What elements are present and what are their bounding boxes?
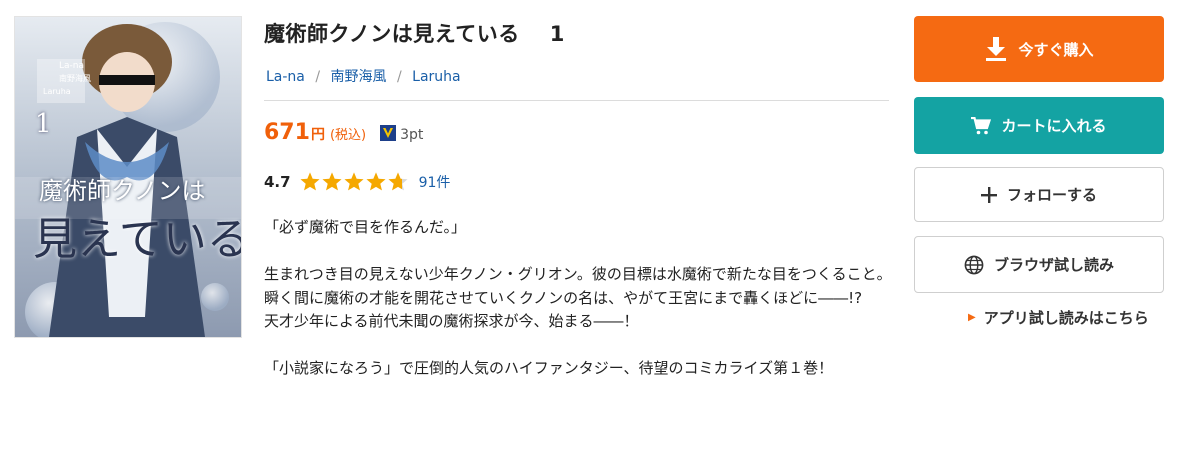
triangle-right-icon: ▶ bbox=[968, 312, 976, 323]
cover-title-line2: 見えている bbox=[33, 214, 242, 265]
cart-icon bbox=[971, 116, 992, 135]
cover-volume-mark: 1 bbox=[35, 109, 52, 139]
divider bbox=[264, 100, 889, 101]
book-cover[interactable]: La-na 南野海風 Laruha 1 魔術師クノンは 見えている bbox=[14, 16, 242, 338]
star-icon bbox=[388, 172, 408, 191]
cover-title-line1: 魔術師クノンは bbox=[39, 177, 206, 205]
author-link-1[interactable]: La-na bbox=[266, 69, 305, 85]
description-paragraph: 「小説家になろう」で圧倒的人気のハイファンタジー、待望のコミカライズ第１巻！ bbox=[264, 359, 834, 377]
star-icon bbox=[344, 172, 364, 191]
product-volume: 1 bbox=[549, 22, 565, 46]
product-description: 「必ず魔術で目を作るんだ。」生まれつき目の見えない少年クノン・グリオン。彼の目標… bbox=[264, 216, 894, 381]
browser-trial-label: ブラウザ試し読み bbox=[993, 256, 1114, 274]
browser-trial-button[interactable]: ブラウザ試し読み bbox=[914, 236, 1164, 293]
author-link-2[interactable]: 南野海風 bbox=[331, 69, 387, 85]
follow-label: フォローする bbox=[1006, 186, 1097, 204]
add-to-cart-button[interactable]: カートに入れる bbox=[914, 97, 1164, 154]
add-to-cart-label: カートに入れる bbox=[1001, 117, 1107, 135]
tax-note: (税込) bbox=[329, 128, 367, 143]
app-trial-label: アプリ試し読みはこちら bbox=[983, 309, 1149, 327]
author-list: La-na / 南野海風 / Laruha bbox=[266, 66, 461, 86]
cover-credit-2: 南野海風 bbox=[59, 74, 91, 83]
rating-value: 4.7 bbox=[264, 173, 291, 191]
follow-button[interactable]: フォローする bbox=[914, 167, 1164, 222]
product-title-text: 魔術師クノンは見えている bbox=[264, 22, 520, 46]
cover-credit-3: Laruha bbox=[43, 87, 71, 96]
description-paragraph: 瞬く間に魔術の才能を開花させていくクノンの名は、やがて王宮にまで轟くほどに――!… bbox=[264, 288, 863, 307]
author-link-3[interactable]: Laruha bbox=[412, 69, 460, 85]
description-paragraph: 「必ず魔術で目を作るんだ。」 bbox=[264, 218, 467, 236]
globe-icon bbox=[964, 255, 984, 275]
description-paragraph: 天才少年による前代未聞の魔術探求が今、始まる――！ bbox=[264, 312, 639, 330]
review-count-link[interactable]: 91件 bbox=[419, 172, 451, 192]
rating-row: 4.7 91件 bbox=[264, 171, 450, 193]
points-value: 3pt bbox=[400, 127, 424, 143]
price-value: 671 bbox=[264, 120, 310, 145]
star-icon bbox=[366, 172, 386, 191]
buy-now-button[interactable]: 今すぐ購入 bbox=[914, 16, 1164, 82]
rating-stars bbox=[299, 171, 409, 193]
description-gap bbox=[264, 240, 894, 264]
cover-credit-1: La-na bbox=[59, 61, 84, 71]
description-gap bbox=[264, 334, 894, 358]
plus-icon bbox=[980, 186, 997, 203]
app-trial-link[interactable]: ▶ アプリ試し読みはこちら bbox=[968, 307, 1149, 328]
author-separator: / bbox=[396, 69, 402, 85]
star-icon bbox=[300, 172, 320, 191]
description-paragraph: 生まれつき目の見えない少年クノン・グリオン。彼の目標は水魔術で新たな目をつくるこ… bbox=[264, 265, 892, 283]
buy-now-label: 今すぐ購入 bbox=[1018, 40, 1094, 59]
author-separator: / bbox=[315, 69, 321, 85]
download-icon bbox=[984, 36, 1008, 62]
price-row: 671 円 (税込) 3pt bbox=[264, 120, 423, 145]
v-point-icon bbox=[380, 125, 397, 141]
product-title: 魔術師クノンは見えている 1 bbox=[264, 18, 565, 48]
price-unit: 円 bbox=[310, 127, 325, 143]
star-icon bbox=[322, 172, 342, 191]
